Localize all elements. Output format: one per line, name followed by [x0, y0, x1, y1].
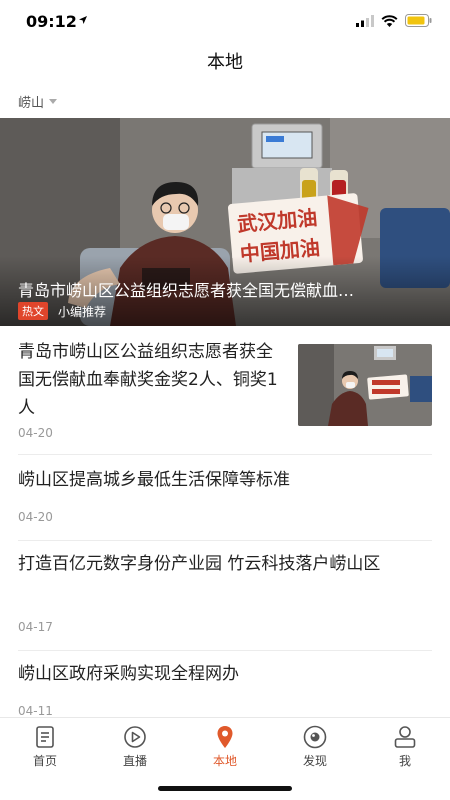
hero-banner[interactable]: 武汉加油 中国加油 青岛市崂山区公益组织志愿者获全国无偿献血… 热文 小编推荐 — [0, 118, 450, 326]
news-title: 崂山区政府采购实现全程网办 — [18, 664, 239, 684]
battery-icon — [405, 14, 432, 27]
news-item[interactable]: 崂山区提高城乡最低生活保障等标准 04-20 — [18, 454, 432, 541]
screen: 09:12 本地 崂山 武汉加油 中国加油 青岛市崂山区公益组织志愿者获全国无偿… — [0, 0, 450, 800]
tab-home[interactable]: 首页 — [0, 724, 90, 769]
tab-label: 我 — [398, 754, 411, 768]
newspaper-icon — [36, 726, 54, 748]
news-thumbnail — [298, 344, 432, 426]
tab-discover[interactable]: 发现 — [270, 724, 360, 769]
user-icon — [394, 726, 416, 748]
page-title: 本地 — [207, 52, 243, 73]
map-pin-icon — [217, 726, 233, 748]
tab-label: 首页 — [32, 754, 57, 768]
news-title: 打造百亿元数字身份产业园 竹云科技落户崂山区 — [18, 554, 381, 574]
status-indicators — [356, 14, 432, 27]
hero-tags: 热文 小编推荐 — [18, 302, 106, 320]
region-selector[interactable]: 崂山 — [18, 92, 58, 111]
location-arrow-icon — [79, 16, 87, 24]
signal-icon — [356, 14, 374, 27]
tab-local[interactable]: 本地 — [180, 724, 270, 769]
news-date: 04-20 — [18, 426, 53, 440]
news-date: 04-20 — [18, 510, 53, 524]
news-date: 04-11 — [18, 704, 53, 718]
region-label: 崂山 — [18, 96, 45, 111]
news-item[interactable]: 崂山区政府采购实现全程网办 04-11 — [18, 650, 432, 718]
status-time: 09:12 — [26, 12, 77, 31]
news-title: 青岛市崂山区公益组织志愿者获全国无偿献血奉献奖金奖2人、铜奖1人 — [18, 342, 278, 418]
editor-pick-tag: 小编推荐 — [58, 304, 107, 319]
compass-icon — [303, 725, 327, 749]
tab-live[interactable]: 直播 — [90, 724, 180, 769]
tab-label: 本地 — [212, 754, 237, 768]
news-date: 04-17 — [18, 620, 53, 634]
play-circle-icon — [124, 726, 146, 748]
hero-title: 青岛市崂山区公益组织志愿者获全国无偿献血… — [18, 281, 355, 300]
hot-tag: 热文 — [18, 302, 48, 320]
home-indicator — [158, 786, 292, 791]
thumbnail-image — [298, 344, 432, 426]
tab-me[interactable]: 我 — [360, 724, 450, 769]
tab-label: 直播 — [122, 754, 147, 768]
news-item[interactable]: 青岛市崂山区公益组织志愿者获全国无偿献血奉献奖金奖2人、铜奖1人 04-20 — [18, 330, 432, 455]
news-item[interactable]: 打造百亿元数字身份产业园 竹云科技落户崂山区 04-17 — [18, 540, 432, 651]
status-bar: 09:12 — [0, 0, 450, 44]
tab-label: 发现 — [302, 754, 327, 768]
wifi-icon — [381, 14, 398, 27]
chevron-down-icon — [49, 99, 58, 104]
news-title: 崂山区提高城乡最低生活保障等标准 — [18, 470, 290, 490]
